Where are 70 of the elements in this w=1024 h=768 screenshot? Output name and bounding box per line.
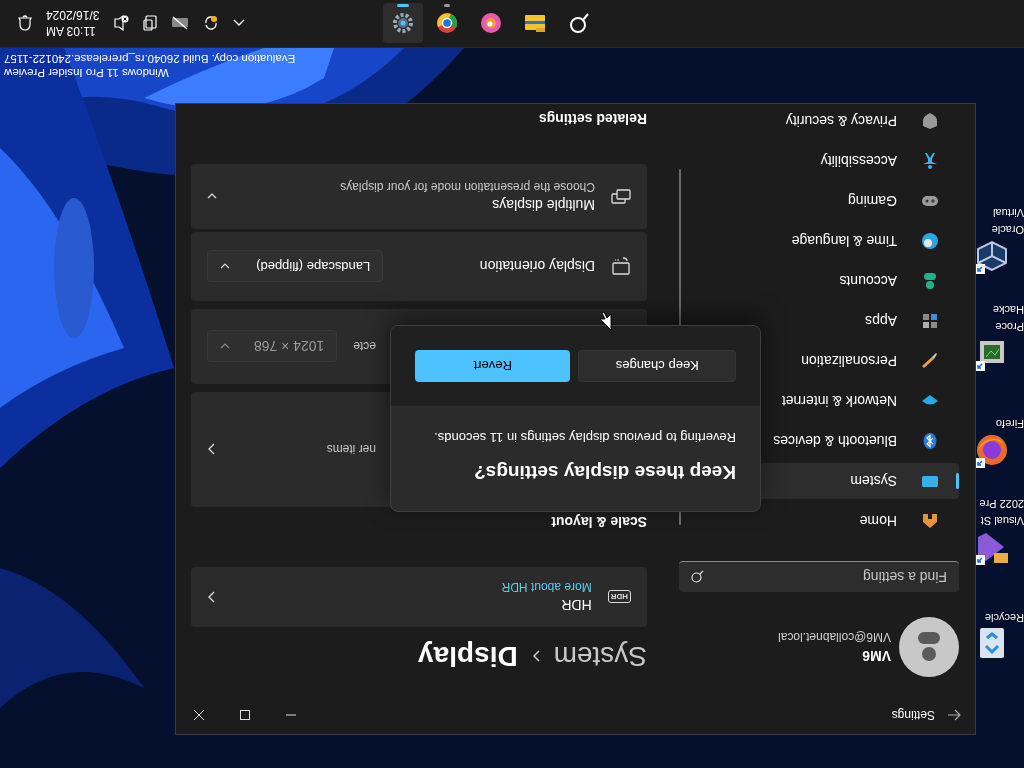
close-icon	[194, 710, 204, 720]
system-watermark-text: Evaluation copy. Build 26040.rs_prerelease.240122-1157	[4, 52, 296, 66]
user-name: VM6	[861, 648, 891, 664]
shield-icon	[921, 112, 939, 130]
card-description: ner items	[326, 442, 376, 457]
gear-icon	[391, 11, 415, 36]
window-title: Settings	[891, 708, 935, 722]
settings-card[interactable]: Multiple displays Choose the presentation mode for your displays	[191, 164, 647, 229]
figure-icon	[921, 152, 939, 170]
section-header: Scale & layout	[550, 513, 647, 532]
nav-item[interactable]: Apps	[679, 303, 959, 339]
shortcut-arrow-icon	[975, 361, 985, 371]
search-icon	[691, 570, 704, 583]
nav-item[interactable]: Accounts	[679, 263, 959, 299]
page-title: Display	[418, 640, 518, 672]
orientation-dropdown[interactable]: Landscape (flipped)	[207, 250, 384, 283]
section-header: Related settings	[537, 110, 647, 129]
card-title: Display orientation	[479, 258, 595, 275]
card-description: ecte	[353, 339, 376, 354]
house-icon	[921, 512, 939, 530]
clock[interactable]: 11:03 AM 3/16/2024	[46, 7, 100, 40]
search-field[interactable]: Find a setting	[679, 561, 959, 592]
revert-button[interactable]: Revert	[415, 350, 571, 382]
keep-changes-button[interactable]: Keep changes	[578, 350, 736, 382]
cursor-icon	[599, 311, 612, 331]
help-link[interactable]: More about HDR	[501, 580, 592, 595]
card-description: Choose the presentation mode for your displays	[340, 180, 595, 194]
desktop-icon-label: Recycle	[984, 611, 1024, 624]
desktop-icon-label: Visual St	[980, 514, 1024, 527]
nav-item[interactable]: Home	[679, 503, 959, 539]
speaker-muted-icon[interactable]	[113, 15, 130, 32]
device-icon[interactable]	[143, 15, 158, 32]
search-icon	[567, 11, 591, 36]
browser-icon	[435, 11, 459, 36]
card-title: Multiple displays	[491, 197, 595, 213]
user-email: VM6@collabnet.local	[778, 630, 891, 644]
nav-item[interactable]: Accessibility	[679, 143, 959, 179]
brush-icon	[921, 352, 939, 370]
apps-icon	[921, 312, 939, 330]
two-screens-icon	[611, 188, 631, 205]
breadcrumb-link[interactable]: System	[553, 640, 647, 672]
browser-icon	[976, 434, 1008, 466]
taskbar-app[interactable]	[383, 3, 423, 44]
nav-item[interactable]: Privacy & security	[679, 104, 959, 139]
maximize-icon	[240, 710, 250, 720]
settings-card[interactable]: HDR HDR More about HDR	[191, 567, 647, 627]
app-icon	[976, 531, 1008, 563]
shortcut-arrow-icon	[975, 264, 985, 274]
desktop-icon-label: Virtual	[993, 206, 1024, 219]
dialog-message: Reverting to previous display settings in 11 seconds.	[433, 430, 736, 445]
nav-item[interactable]: Network & internet	[679, 383, 959, 419]
rotate-screen-icon	[611, 257, 631, 276]
bluetooth-icon	[921, 432, 939, 450]
desktop-icon-label: Oracle	[991, 223, 1024, 236]
cube-icon	[976, 240, 1008, 272]
shortcut-arrow-icon	[975, 458, 985, 468]
person-icon	[921, 272, 939, 290]
sync-icon[interactable]	[203, 15, 220, 32]
desktop-icon-label: Proce	[995, 320, 1024, 333]
resolution-dropdown[interactable]: 1024 × 768	[207, 330, 338, 363]
hdr-badge: HDR	[607, 590, 631, 604]
card-title: HDR	[560, 597, 592, 614]
system-watermark-text: Windows 11 Pro Insider Preview	[4, 66, 169, 80]
person-silhouette-icon	[917, 632, 941, 662]
desktop-icon-label: Hacke	[992, 303, 1024, 316]
desktop-icon-label: 2022 Pre	[979, 497, 1024, 510]
desktop-icon-label: Firefo	[995, 417, 1024, 430]
bell-icon[interactable]	[18, 15, 32, 32]
network-off-icon[interactable]	[171, 16, 190, 31]
shortcut-arrow-icon	[975, 555, 985, 565]
